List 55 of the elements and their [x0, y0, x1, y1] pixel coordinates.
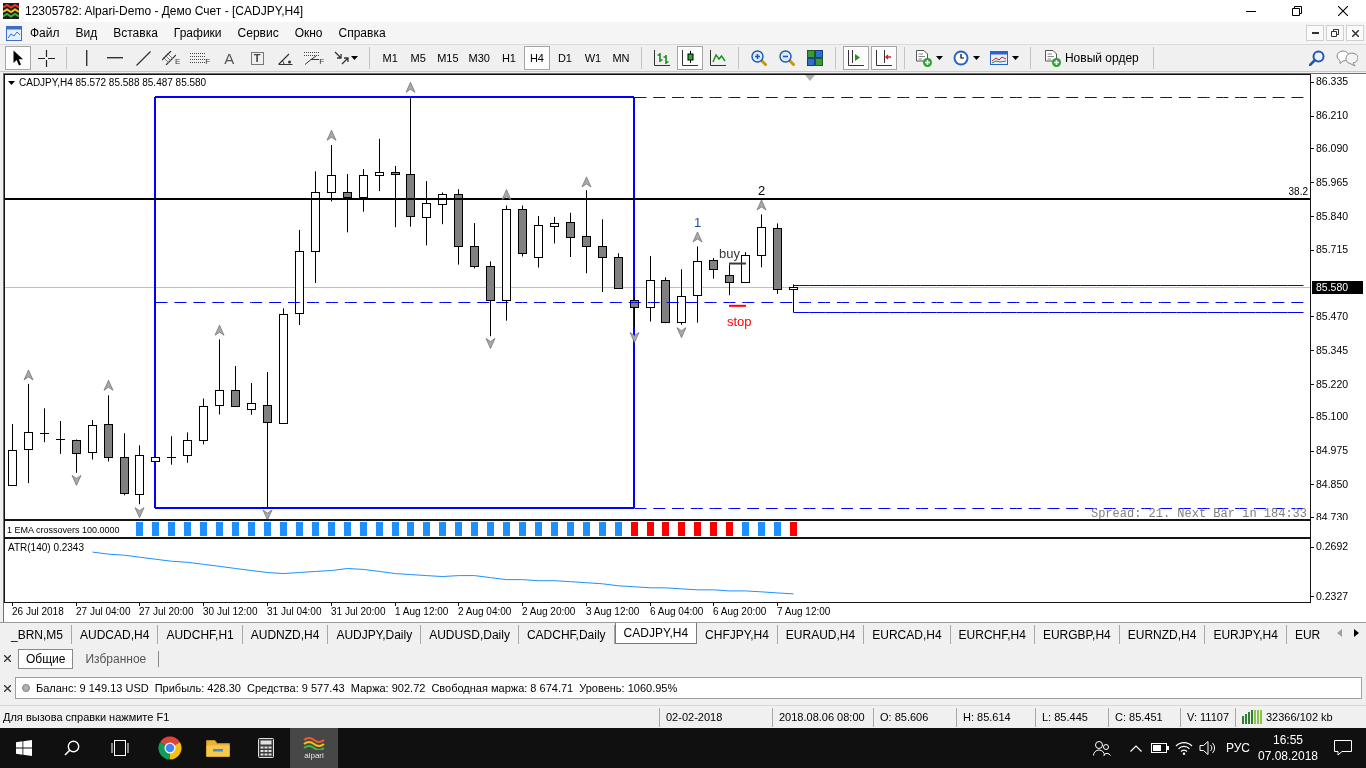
- low-price: L: 85.445: [1035, 707, 1108, 727]
- account-value: Маржа: 902.72: [350, 682, 426, 694]
- price-axis-label: 86.090: [1316, 141, 1349, 154]
- ref-line-label: 85.580: [1316, 280, 1349, 293]
- price-axis-label: 85.100: [1316, 410, 1349, 423]
- time-axis-label: 2 Aug 04:00: [458, 606, 512, 617]
- price-axis-label: 84.975: [1316, 444, 1349, 457]
- close-price: C: 85.451: [1108, 707, 1180, 727]
- time-axis-label: 27 Jul 04:00: [76, 606, 131, 617]
- account-value: Средства: 9 577.43: [246, 682, 345, 694]
- time-axis-label: 3 Aug 12:00: [586, 606, 640, 617]
- time-axis-label: 27 Jul 20:00: [139, 606, 194, 617]
- chart-title: CADJPY,H4 85.572 85.588 85.487 85.580: [19, 77, 207, 89]
- bar-time: 2018.08.06 08:00: [772, 707, 873, 727]
- time-axis-label: 6 Aug 20:00: [713, 606, 767, 617]
- account-value: Уровень: 1060.95%: [579, 682, 678, 694]
- time-axis-label: 1 Aug 12:00: [395, 606, 449, 617]
- price-axis-label: 84.730: [1316, 510, 1349, 520]
- price-axis-label: 85.840: [1316, 209, 1349, 222]
- price-axis-label: 85.715: [1316, 243, 1349, 256]
- indicator-label: 1 EMA crossovers 100.0000: [7, 524, 120, 535]
- account-value: Прибыль: 428.30: [154, 682, 241, 694]
- info-text: Spread: 21. Next Bar in 184:33: [1090, 507, 1307, 520]
- time-axis-label: 26 Jul 2018: [12, 606, 64, 617]
- profile-date: 02-02-2018: [659, 707, 772, 727]
- time-axis-label: 31 Jul 04:00: [267, 606, 322, 617]
- time-axis-label: 6 Aug 04:00: [650, 606, 704, 617]
- traffic-value: 32366/102 kb: [1266, 711, 1333, 723]
- indicator-axis-label: 0.2327: [1316, 589, 1349, 602]
- price-axis-label: 84.850: [1316, 478, 1349, 490]
- help-text: Для вызова справки нажмите F1: [2, 711, 171, 723]
- volume-value: V: 11107: [1180, 707, 1235, 727]
- time-axis-label: 7 Aug 12:00: [777, 606, 831, 617]
- order-label: stop: [727, 314, 752, 329]
- time-axis-label: 31 Jul 20:00: [331, 606, 386, 617]
- price-axis-label: 85.345: [1316, 343, 1349, 356]
- high-price: H: 85.614: [956, 707, 1035, 727]
- account-value: Баланс: 9 149.13 USD: [36, 682, 149, 694]
- window-title: 12305782: Alpari-Demo - Демо Счет - [CADJPY,H4]: [25, 4, 304, 18]
- wave-number-label: 1: [693, 214, 702, 230]
- price-axis-label: 86.335: [1316, 75, 1349, 88]
- indicator-axis-label: 0.2692: [1316, 540, 1349, 553]
- price-axis-label: 85.220: [1316, 377, 1349, 390]
- price-axis-label: 85.965: [1316, 175, 1349, 188]
- account-value: Свободная маржа: 8 674.71: [431, 682, 574, 694]
- time-axis-label: 30 Jul 12:00: [203, 606, 258, 617]
- price-axis-label: 85.470: [1316, 309, 1349, 322]
- indicator-label: ATR(140) 0.2343: [8, 542, 84, 553]
- level-label: 38.2: [1288, 186, 1308, 197]
- time-axis-label: 2 Aug 20:00: [522, 606, 576, 617]
- open-price: O: 85.606: [873, 707, 956, 727]
- price-tag: 85.580: [1312, 280, 1363, 294]
- price-axis-label: 86.210: [1316, 109, 1349, 122]
- order-label: buy: [719, 246, 740, 261]
- wave-number-label: 2: [757, 182, 766, 198]
